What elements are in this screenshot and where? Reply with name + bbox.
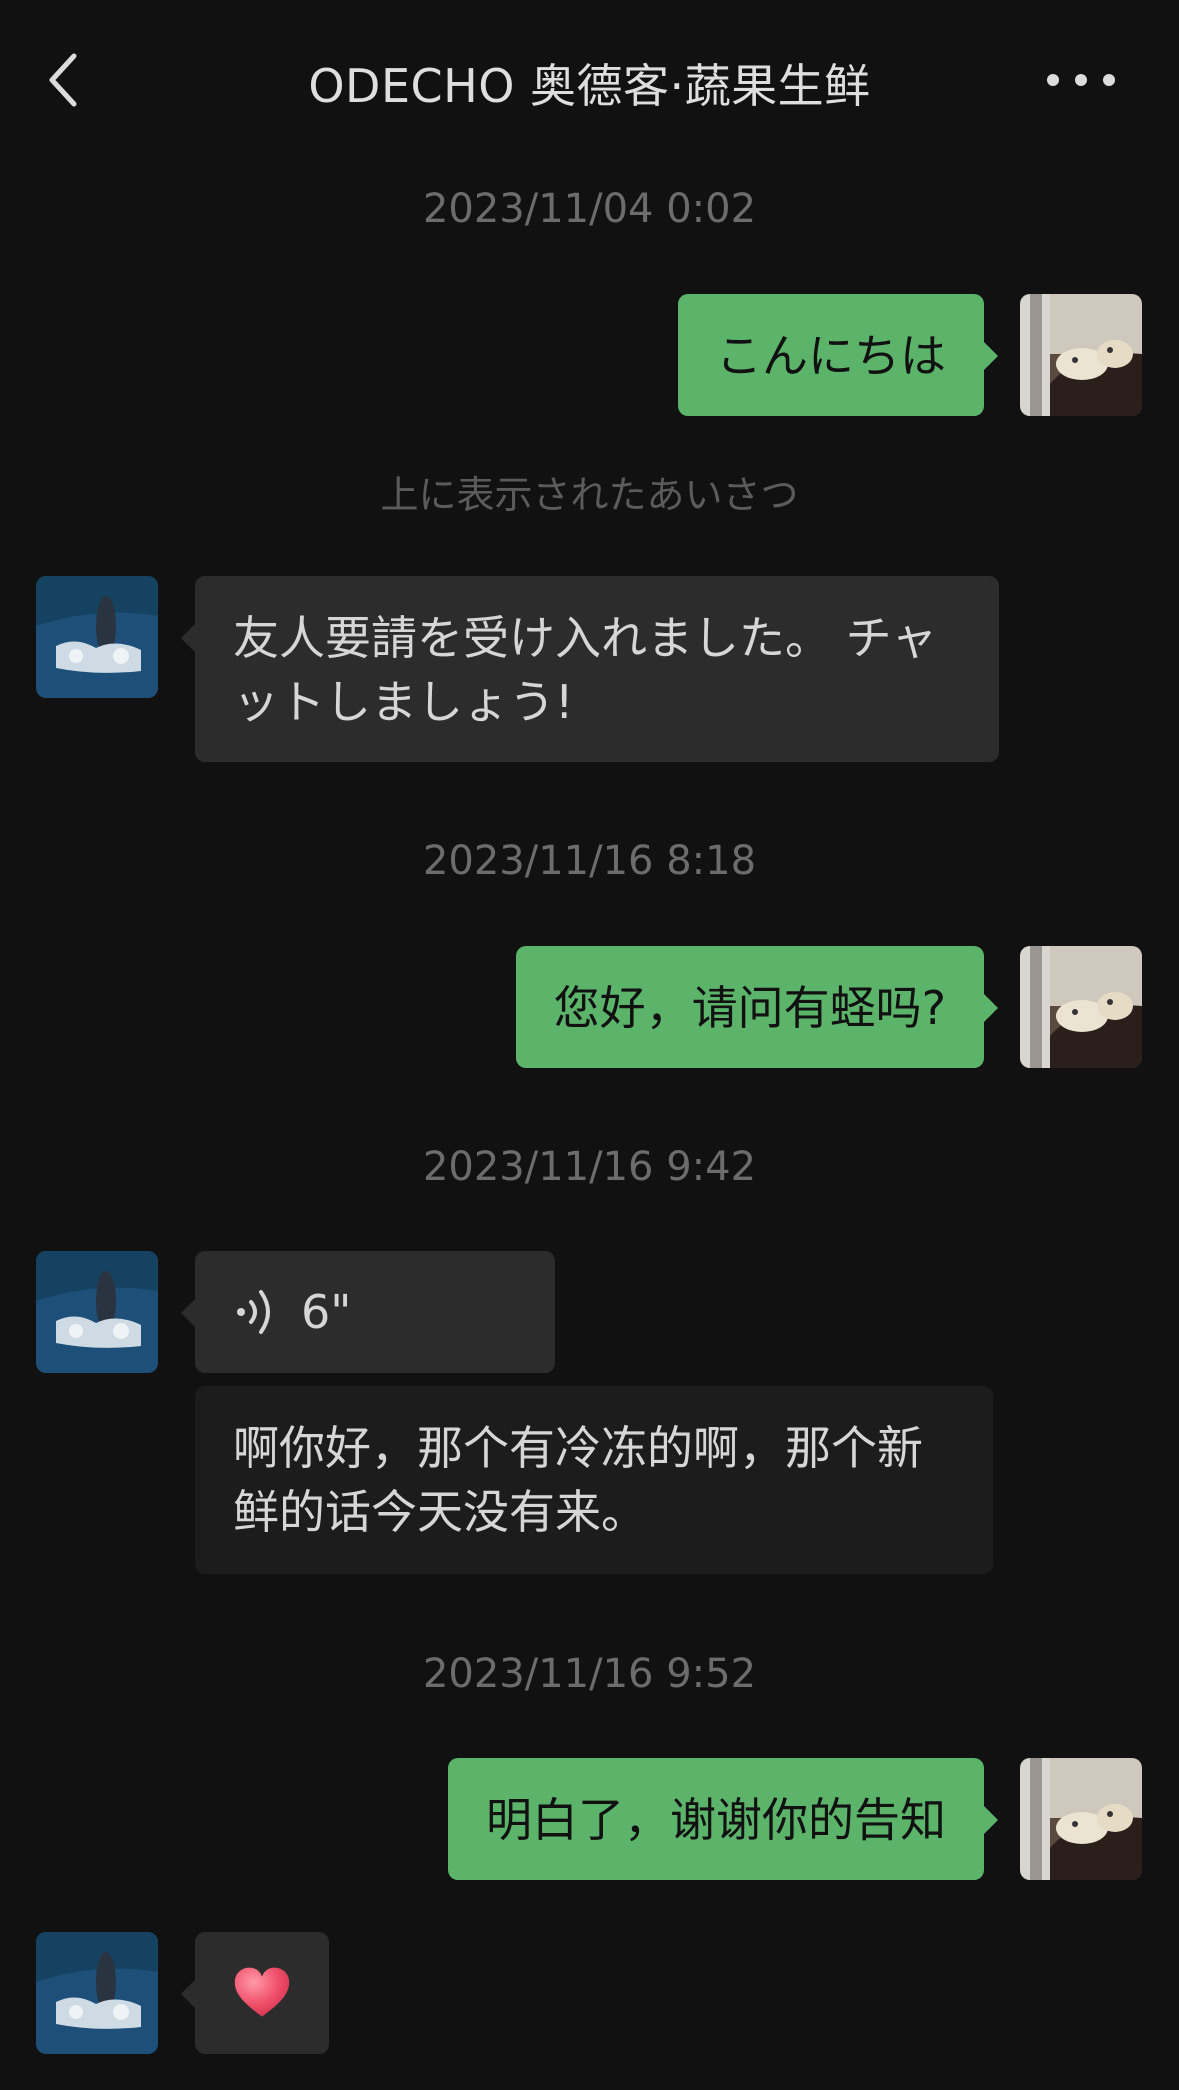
timestamp: 2023/11/16 8:18 bbox=[422, 838, 757, 884]
self-avatar-image bbox=[1020, 946, 1142, 1068]
contact-avatar[interactable] bbox=[36, 576, 158, 698]
transcript-line: 鲜的话今天没有来。 bbox=[233, 1485, 647, 1539]
more-dots-icon bbox=[1047, 74, 1115, 86]
timestamp: 2023/11/04 0:02 bbox=[422, 186, 757, 232]
self-avatar-image bbox=[1020, 294, 1142, 416]
incoming-message[interactable]: 友人要請を受け入れました。 チャ ットしましょう! bbox=[181, 576, 999, 762]
contact-avatar-image bbox=[36, 1251, 158, 1373]
timestamp: 2023/11/16 9:52 bbox=[422, 1651, 757, 1697]
outgoing-message[interactable]: 明白了，谢谢你的告知 bbox=[448, 1758, 998, 1880]
self-avatar[interactable] bbox=[1020, 946, 1142, 1068]
voice-duration: 6" bbox=[301, 1285, 352, 1339]
outgoing-message[interactable]: こんにちは bbox=[678, 294, 998, 416]
contact-avatar-image bbox=[36, 1932, 158, 2054]
heart-icon bbox=[234, 1967, 290, 2017]
self-avatar-image bbox=[1020, 1758, 1142, 1880]
self-avatar[interactable] bbox=[1020, 294, 1142, 416]
outgoing-message[interactable]: 您好，请问有蛏吗? bbox=[515, 946, 999, 1068]
incoming-message-line: ットしましょう! bbox=[233, 675, 574, 729]
contact-avatar-image bbox=[36, 576, 158, 698]
chat-header: ODECHO 奥德客·蔬果生鲜 bbox=[0, 0, 1179, 160]
voice-transcript[interactable]: 啊你好，那个有冷冻的啊，那个新 鲜的话今天没有来。 bbox=[195, 1386, 993, 1574]
voice-message[interactable]: 6" bbox=[181, 1251, 555, 1373]
self-avatar[interactable] bbox=[1020, 1758, 1142, 1880]
more-button[interactable] bbox=[1033, 62, 1129, 98]
transcript-line: 啊你好，那个有冷冻的啊，那个新 bbox=[233, 1421, 923, 1475]
contact-avatar[interactable] bbox=[36, 1251, 158, 1373]
heart-message[interactable] bbox=[181, 1932, 329, 2054]
contact-avatar[interactable] bbox=[36, 1932, 158, 2054]
chat-title: ODECHO 奥德客·蔬果生鲜 bbox=[308, 59, 871, 113]
incoming-message-line: 友人要請を受け入れました。 チャ bbox=[233, 611, 938, 665]
voice-wave-icon bbox=[233, 1280, 277, 1344]
timestamp: 2023/11/16 9:42 bbox=[422, 1144, 757, 1190]
system-note: 上に表示されたあいさつ bbox=[380, 473, 799, 517]
